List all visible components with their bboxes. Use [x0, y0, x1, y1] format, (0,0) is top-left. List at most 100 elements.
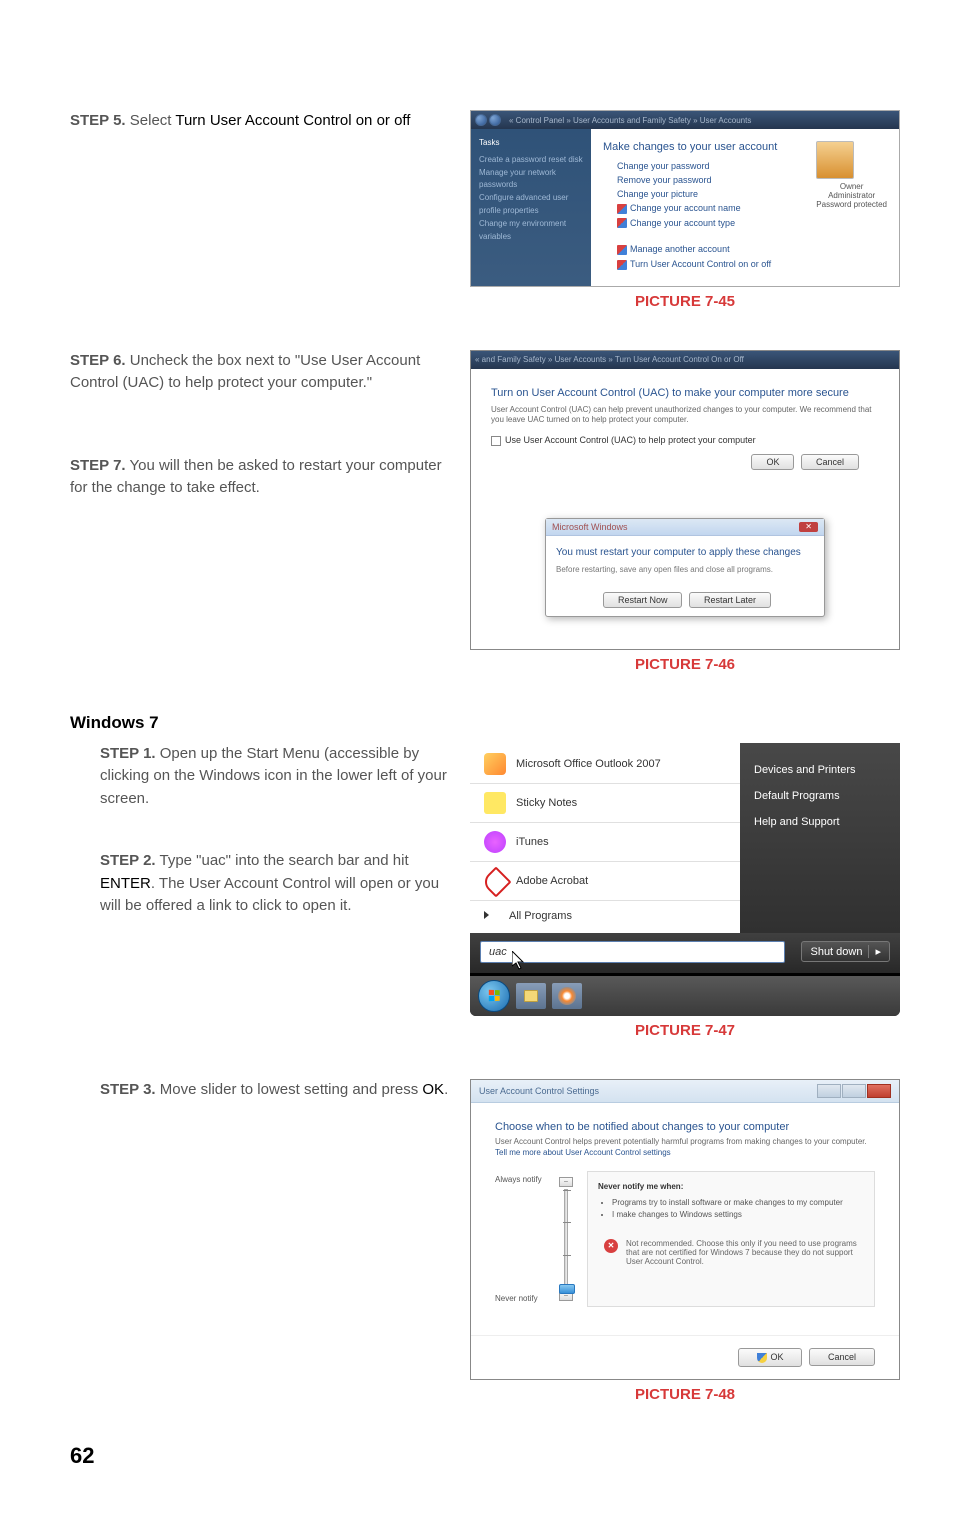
- user-type: Administrator: [816, 191, 887, 200]
- step3-label: STEP 3.: [100, 1081, 156, 1098]
- vista-sidebar: Tasks Create a password reset disk Manag…: [471, 129, 591, 286]
- start-menu: Microsoft Office Outlook 2007 Sticky Not…: [470, 743, 900, 1016]
- slider-thumb[interactable]: [559, 1284, 575, 1294]
- restart-now-button[interactable]: Restart Now: [603, 592, 683, 608]
- start-item-itunes[interactable]: iTunes: [470, 825, 740, 859]
- itunes-icon: [484, 831, 506, 853]
- acrobat-icon: [484, 870, 506, 892]
- slider-warning-text: Not recommended. Choose this only if you…: [626, 1239, 858, 1266]
- start-item-sticky[interactable]: Sticky Notes: [470, 786, 740, 820]
- shield-icon: [617, 260, 627, 270]
- maximize-icon[interactable]: [842, 1084, 866, 1098]
- arrow-right-icon: [484, 911, 489, 919]
- cancel-button[interactable]: Cancel: [809, 1348, 875, 1366]
- start-orb[interactable]: [478, 980, 510, 1012]
- close-icon[interactable]: ✕: [799, 522, 818, 532]
- step6-label: STEP 6.: [70, 352, 126, 369]
- slider-info-item: I make changes to Windows settings: [612, 1209, 864, 1221]
- uac-description: User Account Control (UAC) can help prev…: [491, 405, 879, 426]
- shutdown-arrow-icon[interactable]: ▸: [868, 945, 881, 958]
- slider-label-top: Always notify: [495, 1175, 545, 1184]
- close-icon[interactable]: [867, 1084, 891, 1098]
- start-item-acrobat[interactable]: Adobe Acrobat: [470, 864, 740, 898]
- slider-description: User Account Control helps prevent poten…: [495, 1137, 875, 1146]
- page-number: 62: [70, 1443, 884, 1469]
- picture-48-label: PICTURE 7-48: [470, 1386, 900, 1403]
- sidebar-item[interactable]: Configure advanced user profile properti…: [479, 192, 583, 218]
- back-icon[interactable]: [475, 114, 487, 126]
- minimize-icon[interactable]: [817, 1084, 841, 1098]
- restart-title: Microsoft Windows: [552, 522, 628, 532]
- sidebar-item[interactable]: Change my environment variables: [479, 218, 583, 244]
- taskbar-explorer-icon[interactable]: [516, 983, 546, 1009]
- start-item-label: Adobe Acrobat: [516, 875, 588, 887]
- uac-slider[interactable]: [564, 1189, 568, 1289]
- restart-later-button[interactable]: Restart Later: [689, 592, 771, 608]
- account-link[interactable]: Manage another account: [617, 244, 887, 255]
- all-programs-label: All Programs: [509, 910, 572, 922]
- restart-subtext: Before restarting, save any open files a…: [556, 565, 814, 574]
- slider-link[interactable]: Tell me more about User Account Control …: [495, 1148, 875, 1157]
- step3-ok: OK: [422, 1081, 444, 1098]
- windows-flag-icon: [488, 990, 499, 1002]
- windows7-heading: Windows 7: [70, 713, 884, 733]
- step3-text-a: Move slider to lowest setting and press: [156, 1081, 423, 1098]
- step2-text-a: Type "uac" into the search bar and hit: [156, 852, 409, 869]
- checkbox-label: Use User Account Control (UAC) to help p…: [505, 435, 756, 445]
- taskbar-wmp-icon[interactable]: [552, 983, 582, 1009]
- slider-window-title: User Account Control Settings: [479, 1086, 599, 1096]
- outlook-icon: [484, 753, 506, 775]
- uac-checkbox[interactable]: [491, 436, 501, 446]
- step5-text-prefix: Select: [126, 112, 176, 129]
- uac-titlebar: « and Family Safety » User Accounts » Tu…: [471, 351, 899, 369]
- uac-onoff-window: « and Family Safety » User Accounts » Tu…: [470, 350, 900, 650]
- vista-user-accounts-window: « Control Panel » User Accounts and Fami…: [470, 110, 900, 287]
- cancel-button[interactable]: Cancel: [801, 454, 859, 470]
- avatar-icon: [816, 141, 854, 179]
- restart-dialog: Microsoft Windows ✕ You must restart you…: [545, 518, 825, 617]
- ok-button[interactable]: OK: [738, 1348, 802, 1367]
- step2-label: STEP 2.: [100, 852, 156, 869]
- ok-button[interactable]: OK: [751, 454, 794, 470]
- sidebar-item[interactable]: Create a password reset disk: [479, 154, 583, 167]
- devices-printers[interactable]: Devices and Printers: [754, 757, 886, 783]
- forward-icon[interactable]: [489, 114, 501, 126]
- restart-message: You must restart your computer to apply …: [556, 546, 814, 559]
- user-name: Owner: [816, 182, 887, 191]
- breadcrumb: « and Family Safety » User Accounts » Tu…: [475, 355, 744, 364]
- account-link[interactable]: Change your account type: [617, 218, 887, 229]
- start-item-label: Microsoft Office Outlook 2007: [516, 758, 661, 770]
- slider-info-title: Never notify me when:: [598, 1182, 864, 1191]
- shield-icon: [617, 218, 627, 228]
- sticky-notes-icon: [484, 792, 506, 814]
- slider-label-bottom: Never notify: [495, 1294, 545, 1303]
- shutdown-label: Shut down: [810, 946, 862, 958]
- picture-46-label: PICTURE 7-46: [470, 656, 900, 673]
- step5-label: STEP 5.: [70, 112, 126, 129]
- uac-heading: Turn on User Account Control (UAC) to ma…: [491, 387, 879, 399]
- picture-47-label: PICTURE 7-47: [470, 1022, 900, 1039]
- start-item-label: Sticky Notes: [516, 797, 577, 809]
- step2-enter: ENTER: [100, 875, 151, 892]
- slider-info-item: Programs try to install software or make…: [612, 1197, 864, 1209]
- slider-info-panel: Never notify me when: Programs try to in…: [587, 1171, 875, 1307]
- sidebar-item[interactable]: Manage your network passwords: [479, 167, 583, 193]
- account-link[interactable]: Turn User Account Control on or off: [617, 259, 887, 270]
- step1-label: STEP 1.: [100, 745, 156, 762]
- shutdown-button[interactable]: Shut down ▸: [801, 941, 890, 962]
- step3-text-b: .: [444, 1081, 448, 1098]
- shield-icon: [757, 1353, 767, 1363]
- default-programs[interactable]: Default Programs: [754, 783, 886, 809]
- picture-45-label: PICTURE 7-45: [470, 293, 900, 310]
- cursor-icon: [512, 951, 528, 971]
- slider-tick: –: [559, 1177, 573, 1187]
- step7-label: STEP 7.: [70, 457, 126, 474]
- all-programs[interactable]: All Programs: [470, 903, 740, 929]
- warning-icon: ✕: [604, 1239, 618, 1253]
- vista-titlebar: « Control Panel » User Accounts and Fami…: [471, 111, 899, 129]
- help-support[interactable]: Help and Support: [754, 809, 886, 835]
- shield-icon: [617, 245, 627, 255]
- sidebar-tasks-heading: Tasks: [479, 137, 583, 150]
- uac-slider-window: User Account Control Settings Choose whe…: [470, 1079, 900, 1380]
- start-item-outlook[interactable]: Microsoft Office Outlook 2007: [470, 747, 740, 781]
